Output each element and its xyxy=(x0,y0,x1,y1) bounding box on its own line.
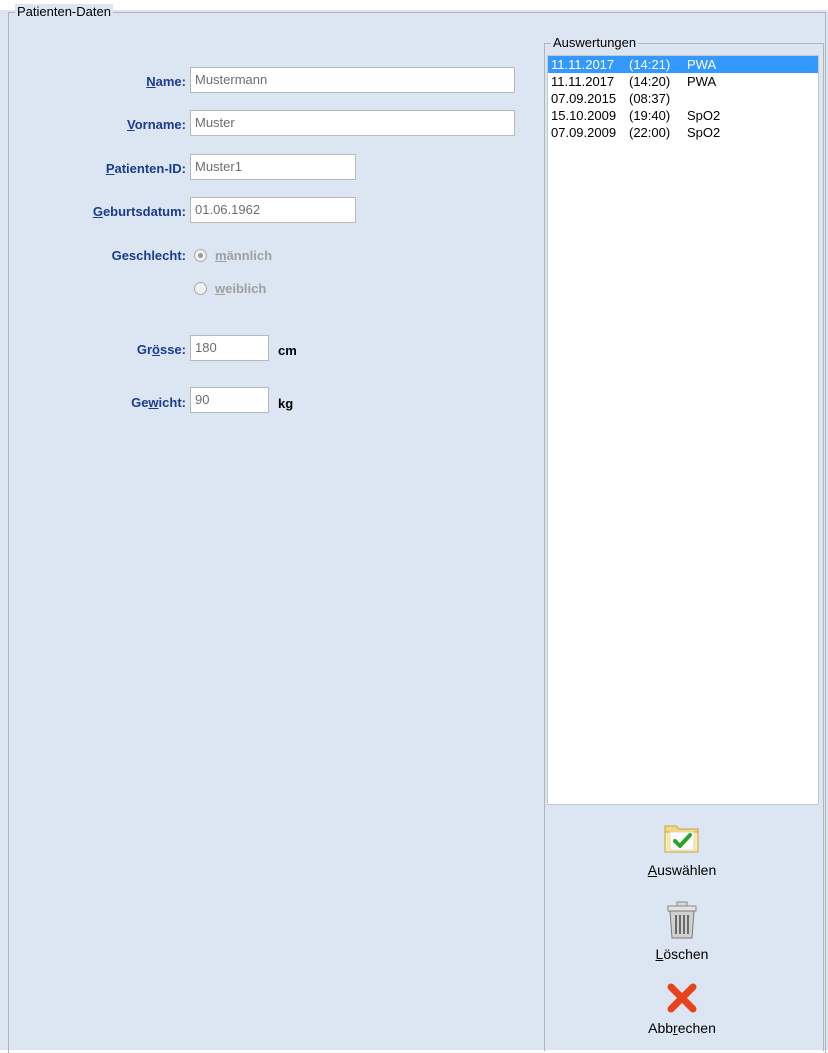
auswaehlen-label: Auswählen xyxy=(647,862,717,878)
abbrechen-button[interactable]: Abbrechen xyxy=(632,982,732,1036)
radio-weiblich[interactable]: weiblich xyxy=(194,281,266,296)
groesse-unit: cm xyxy=(278,343,297,358)
radio-maennlich[interactable]: männlich xyxy=(194,248,272,263)
radio-maennlich-label: männlich xyxy=(215,248,273,263)
list-item[interactable]: 11.11.2017 (14:21) PWA xyxy=(548,56,818,73)
list-item[interactable]: 15.10.2009 (19:40) SpO2 xyxy=(548,107,818,124)
patient-id-label: Patienten-ID: xyxy=(105,161,186,176)
vorname-label: Vorname: xyxy=(126,117,186,132)
auswaehlen-button[interactable]: Auswählen xyxy=(632,820,732,878)
name-field[interactable]: Mustermann xyxy=(190,67,515,93)
list-item[interactable]: 07.09.2009 (22:00) SpO2 xyxy=(548,124,818,141)
gewicht-field[interactable]: 90 xyxy=(190,387,269,413)
name-label: Name: xyxy=(146,74,186,89)
patienten-daten-title: Patienten-Daten xyxy=(15,4,113,20)
loeschen-label: Löschen xyxy=(655,946,709,962)
trash-icon xyxy=(667,901,697,939)
geburtsdatum-field[interactable]: 01.06.1962 xyxy=(190,197,356,223)
folder-check-icon xyxy=(664,825,699,853)
auswertungen-title: Auswertungen xyxy=(551,35,639,51)
patient-dialog: Patienten-Daten Name: Mustermann Vorname… xyxy=(0,4,828,1053)
radio-weiblich-label: weiblich xyxy=(215,281,267,296)
geburtsdatum-label: Geburtsdatum: xyxy=(92,204,186,219)
radio-unchecked-icon xyxy=(194,282,207,295)
groesse-label: Grösse: xyxy=(136,342,186,357)
vorname-field[interactable]: Muster xyxy=(190,110,515,136)
list-item[interactable]: 07.09.2015 (08:37) xyxy=(548,90,818,107)
geschlecht-label: Geschlecht: xyxy=(111,248,186,263)
groesse-field[interactable]: 180 xyxy=(190,335,269,361)
close-icon xyxy=(667,983,697,1013)
loeschen-button[interactable]: Löschen xyxy=(632,900,732,962)
radio-checked-icon xyxy=(194,249,207,262)
patient-id-field[interactable]: Muster1 xyxy=(190,154,356,180)
auswertungen-list[interactable]: 11.11.2017 (14:21) PWA 11.11.2017 (14:20… xyxy=(547,55,819,805)
abbrechen-label: Abbrechen xyxy=(648,1020,716,1036)
gewicht-label: Gewicht: xyxy=(131,395,186,410)
gewicht-unit: kg xyxy=(278,396,294,411)
list-item[interactable]: 11.11.2017 (14:20) PWA xyxy=(548,73,818,90)
